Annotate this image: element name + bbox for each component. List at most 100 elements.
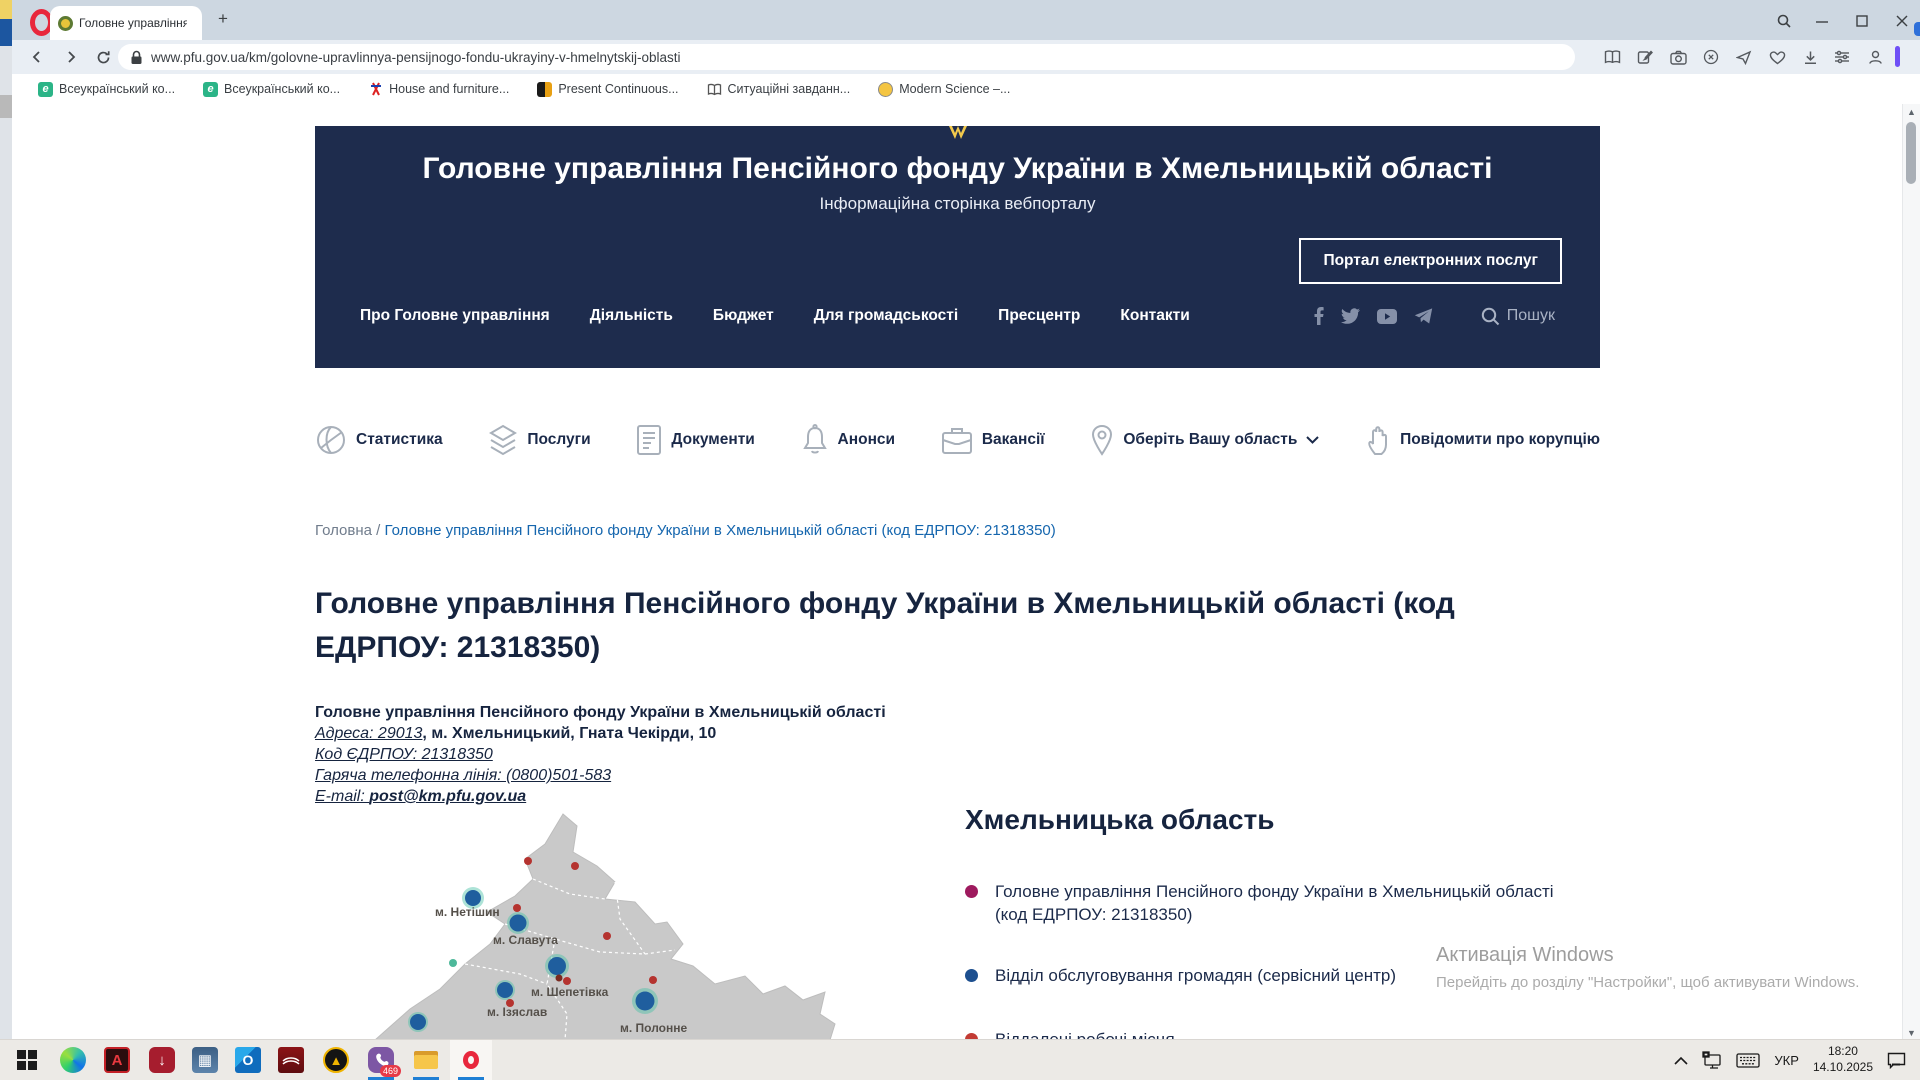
- quicklink-select-region[interactable]: Оберіть Вашу область: [1090, 424, 1319, 456]
- document-icon: [636, 424, 662, 456]
- oblast-shape: [375, 814, 835, 1040]
- nav-item-press[interactable]: Пресцентр: [998, 307, 1080, 325]
- bookmark-house-icon: [368, 82, 383, 97]
- tray-chevron-icon[interactable]: [1674, 1056, 1688, 1065]
- chrome-search-icon[interactable]: [1773, 10, 1795, 32]
- nav-item-about[interactable]: Про Головне управління: [360, 307, 550, 325]
- bell-icon: [801, 424, 829, 456]
- bookmark-item[interactable]: e Всеукраїнський ко...: [38, 82, 175, 97]
- viber-badge: 469: [380, 1065, 401, 1077]
- forward-icon[interactable]: [58, 44, 84, 70]
- start-button[interactable]: [6, 1040, 48, 1080]
- desktop: Головне управління Пенс + www.pfu.gov.u: [0, 0, 1920, 1080]
- bookmark-green-icon: e: [203, 82, 218, 97]
- scroll-down-icon[interactable]: ▼: [1903, 1025, 1920, 1040]
- bookmark-item[interactable]: Present Continuous...: [537, 82, 678, 97]
- region-map[interactable]: м. Нетішин м. Славута м. Шепетівка м. Із…: [315, 804, 930, 1040]
- address-bar[interactable]: www.pfu.gov.ua/km/golovne-upravlinnya-pe…: [118, 44, 1575, 70]
- quicklink-statistics[interactable]: Статистика: [315, 424, 443, 456]
- facebook-icon[interactable]: [1313, 307, 1324, 325]
- portal-button[interactable]: Портал електронних послуг: [1299, 238, 1562, 284]
- nav-item-activity[interactable]: Діяльність: [590, 307, 673, 325]
- network-icon[interactable]: [1702, 1051, 1722, 1069]
- profile-icon[interactable]: [1863, 45, 1887, 69]
- magenta-dot-icon: [965, 885, 978, 898]
- back-icon[interactable]: [24, 44, 50, 70]
- site-title: Головне управління Пенсійного фонду Укра…: [315, 152, 1600, 186]
- send-to-device-icon[interactable]: [1732, 45, 1756, 69]
- telegram-icon[interactable]: [1414, 308, 1433, 324]
- download-manager-icon[interactable]: ↓: [141, 1040, 183, 1080]
- region-item-main-office[interactable]: Головне управління Пенсійного фонду Укра…: [965, 880, 1565, 927]
- breadcrumb: Головна / Головне управління Пенсійного …: [315, 522, 1056, 539]
- action-center-icon[interactable]: [1887, 1052, 1906, 1069]
- breadcrumb-separator: /: [376, 522, 380, 539]
- aimp-icon[interactable]: ▲: [315, 1040, 357, 1080]
- calculator-icon[interactable]: ▦: [184, 1040, 226, 1080]
- breadcrumb-home[interactable]: Головна: [315, 522, 372, 539]
- quicklink-report-corruption[interactable]: Повідомити про корупцію: [1365, 424, 1600, 456]
- downloads-icon[interactable]: [1798, 45, 1822, 69]
- youtube-icon[interactable]: [1377, 309, 1397, 324]
- outlook-icon[interactable]: O: [227, 1040, 269, 1080]
- bookmarks-bar: e Всеукраїнський ко... e Всеукраїнський …: [12, 74, 1920, 105]
- blue-dot-icon: [965, 969, 978, 982]
- browser-toolbar: www.pfu.gov.ua/km/golovne-upravlinnya-pe…: [12, 40, 1920, 74]
- background-window-yellow: [0, 0, 12, 19]
- bookmark-item[interactable]: Modern Science –...: [878, 82, 1010, 97]
- new-tab-button[interactable]: +: [212, 8, 234, 30]
- file-explorer-icon[interactable]: [405, 1040, 447, 1080]
- nav-item-contacts[interactable]: Контакти: [1120, 307, 1189, 325]
- briefcase-icon: [941, 425, 973, 455]
- camera-icon[interactable]: [1666, 45, 1690, 69]
- nav-search[interactable]: Пошук: [1481, 307, 1555, 326]
- maximize-button[interactable]: [1851, 10, 1873, 32]
- sidebar-notch: [1914, 22, 1920, 36]
- url-text: www.pfu.gov.ua/km/golovne-upravlinnya-pe…: [151, 50, 681, 65]
- reading-mode-icon[interactable]: [1600, 45, 1624, 69]
- snapshot-edit-icon[interactable]: [1633, 45, 1657, 69]
- map-pin-icon: [1090, 424, 1114, 456]
- favorites-heart-icon[interactable]: [1765, 45, 1789, 69]
- bookmark-item[interactable]: Ситуаційні завданн...: [707, 82, 851, 97]
- background-window-blue: [0, 19, 12, 46]
- quicklinks-row: Статистика Послуги Документи Анонси Вака…: [315, 424, 1600, 456]
- bookmark-item[interactable]: e Всеукраїнський ко...: [203, 82, 340, 97]
- scrollbar-thumb[interactable]: [1906, 122, 1916, 184]
- page-scrollbar[interactable]: ▲ ▼: [1902, 104, 1920, 1040]
- keyboard-icon[interactable]: [1736, 1053, 1760, 1068]
- tracker-blocker-icon[interactable]: [1699, 45, 1723, 69]
- page-title: Головне управління Пенсійного фонду Укра…: [315, 582, 1475, 669]
- social-icons: [1313, 307, 1433, 325]
- language-indicator[interactable]: УКР: [1774, 1053, 1799, 1068]
- acrobat-icon[interactable]: A: [96, 1040, 138, 1080]
- quicklink-documents[interactable]: Документи: [636, 424, 754, 456]
- bookmark-science-icon: [878, 82, 893, 97]
- svg-text:м. Нетішин: м. Нетішин: [435, 905, 500, 919]
- reader-app-icon[interactable]: [270, 1040, 312, 1080]
- close-button[interactable]: [1891, 10, 1913, 32]
- taskbar: A ↓ ▦ O ▲ 469: [0, 1039, 1920, 1080]
- quicklink-services[interactable]: Послуги: [488, 424, 590, 456]
- nav-item-budget[interactable]: Бюджет: [713, 307, 774, 325]
- minimize-button[interactable]: [1811, 10, 1833, 32]
- quicklink-vacancies[interactable]: Вакансії: [941, 425, 1045, 455]
- browser-tab[interactable]: Головне управління Пенс: [50, 6, 202, 40]
- breadcrumb-current[interactable]: Головне управління Пенсійного фонду Укра…: [385, 522, 1056, 539]
- edge-icon[interactable]: [52, 1040, 94, 1080]
- quicklink-announcements[interactable]: Анонси: [801, 424, 896, 456]
- viber-icon[interactable]: 469: [360, 1040, 402, 1080]
- opera-taskbar-icon[interactable]: [450, 1040, 492, 1080]
- bookmark-green-icon: e: [38, 82, 53, 97]
- scroll-up-icon[interactable]: ▲: [1903, 104, 1920, 119]
- site-subtitle: Інформаційна сторінка вебпорталу: [315, 194, 1600, 214]
- site-header: Головне управління Пенсійного фонду Укра…: [315, 126, 1600, 368]
- settings-sliders-icon[interactable]: [1830, 45, 1854, 69]
- background-window-edge: [0, 0, 12, 1040]
- clock[interactable]: 18:20 14.10.2025: [1813, 1044, 1873, 1075]
- page-viewport: Головне управління Пенсійного фонду Укра…: [12, 104, 1903, 1040]
- nav-item-public[interactable]: Для громадськості: [814, 307, 958, 325]
- twitter-icon[interactable]: [1341, 308, 1360, 324]
- bookmark-item[interactable]: House and furniture...: [368, 82, 509, 97]
- reload-icon[interactable]: [90, 44, 116, 70]
